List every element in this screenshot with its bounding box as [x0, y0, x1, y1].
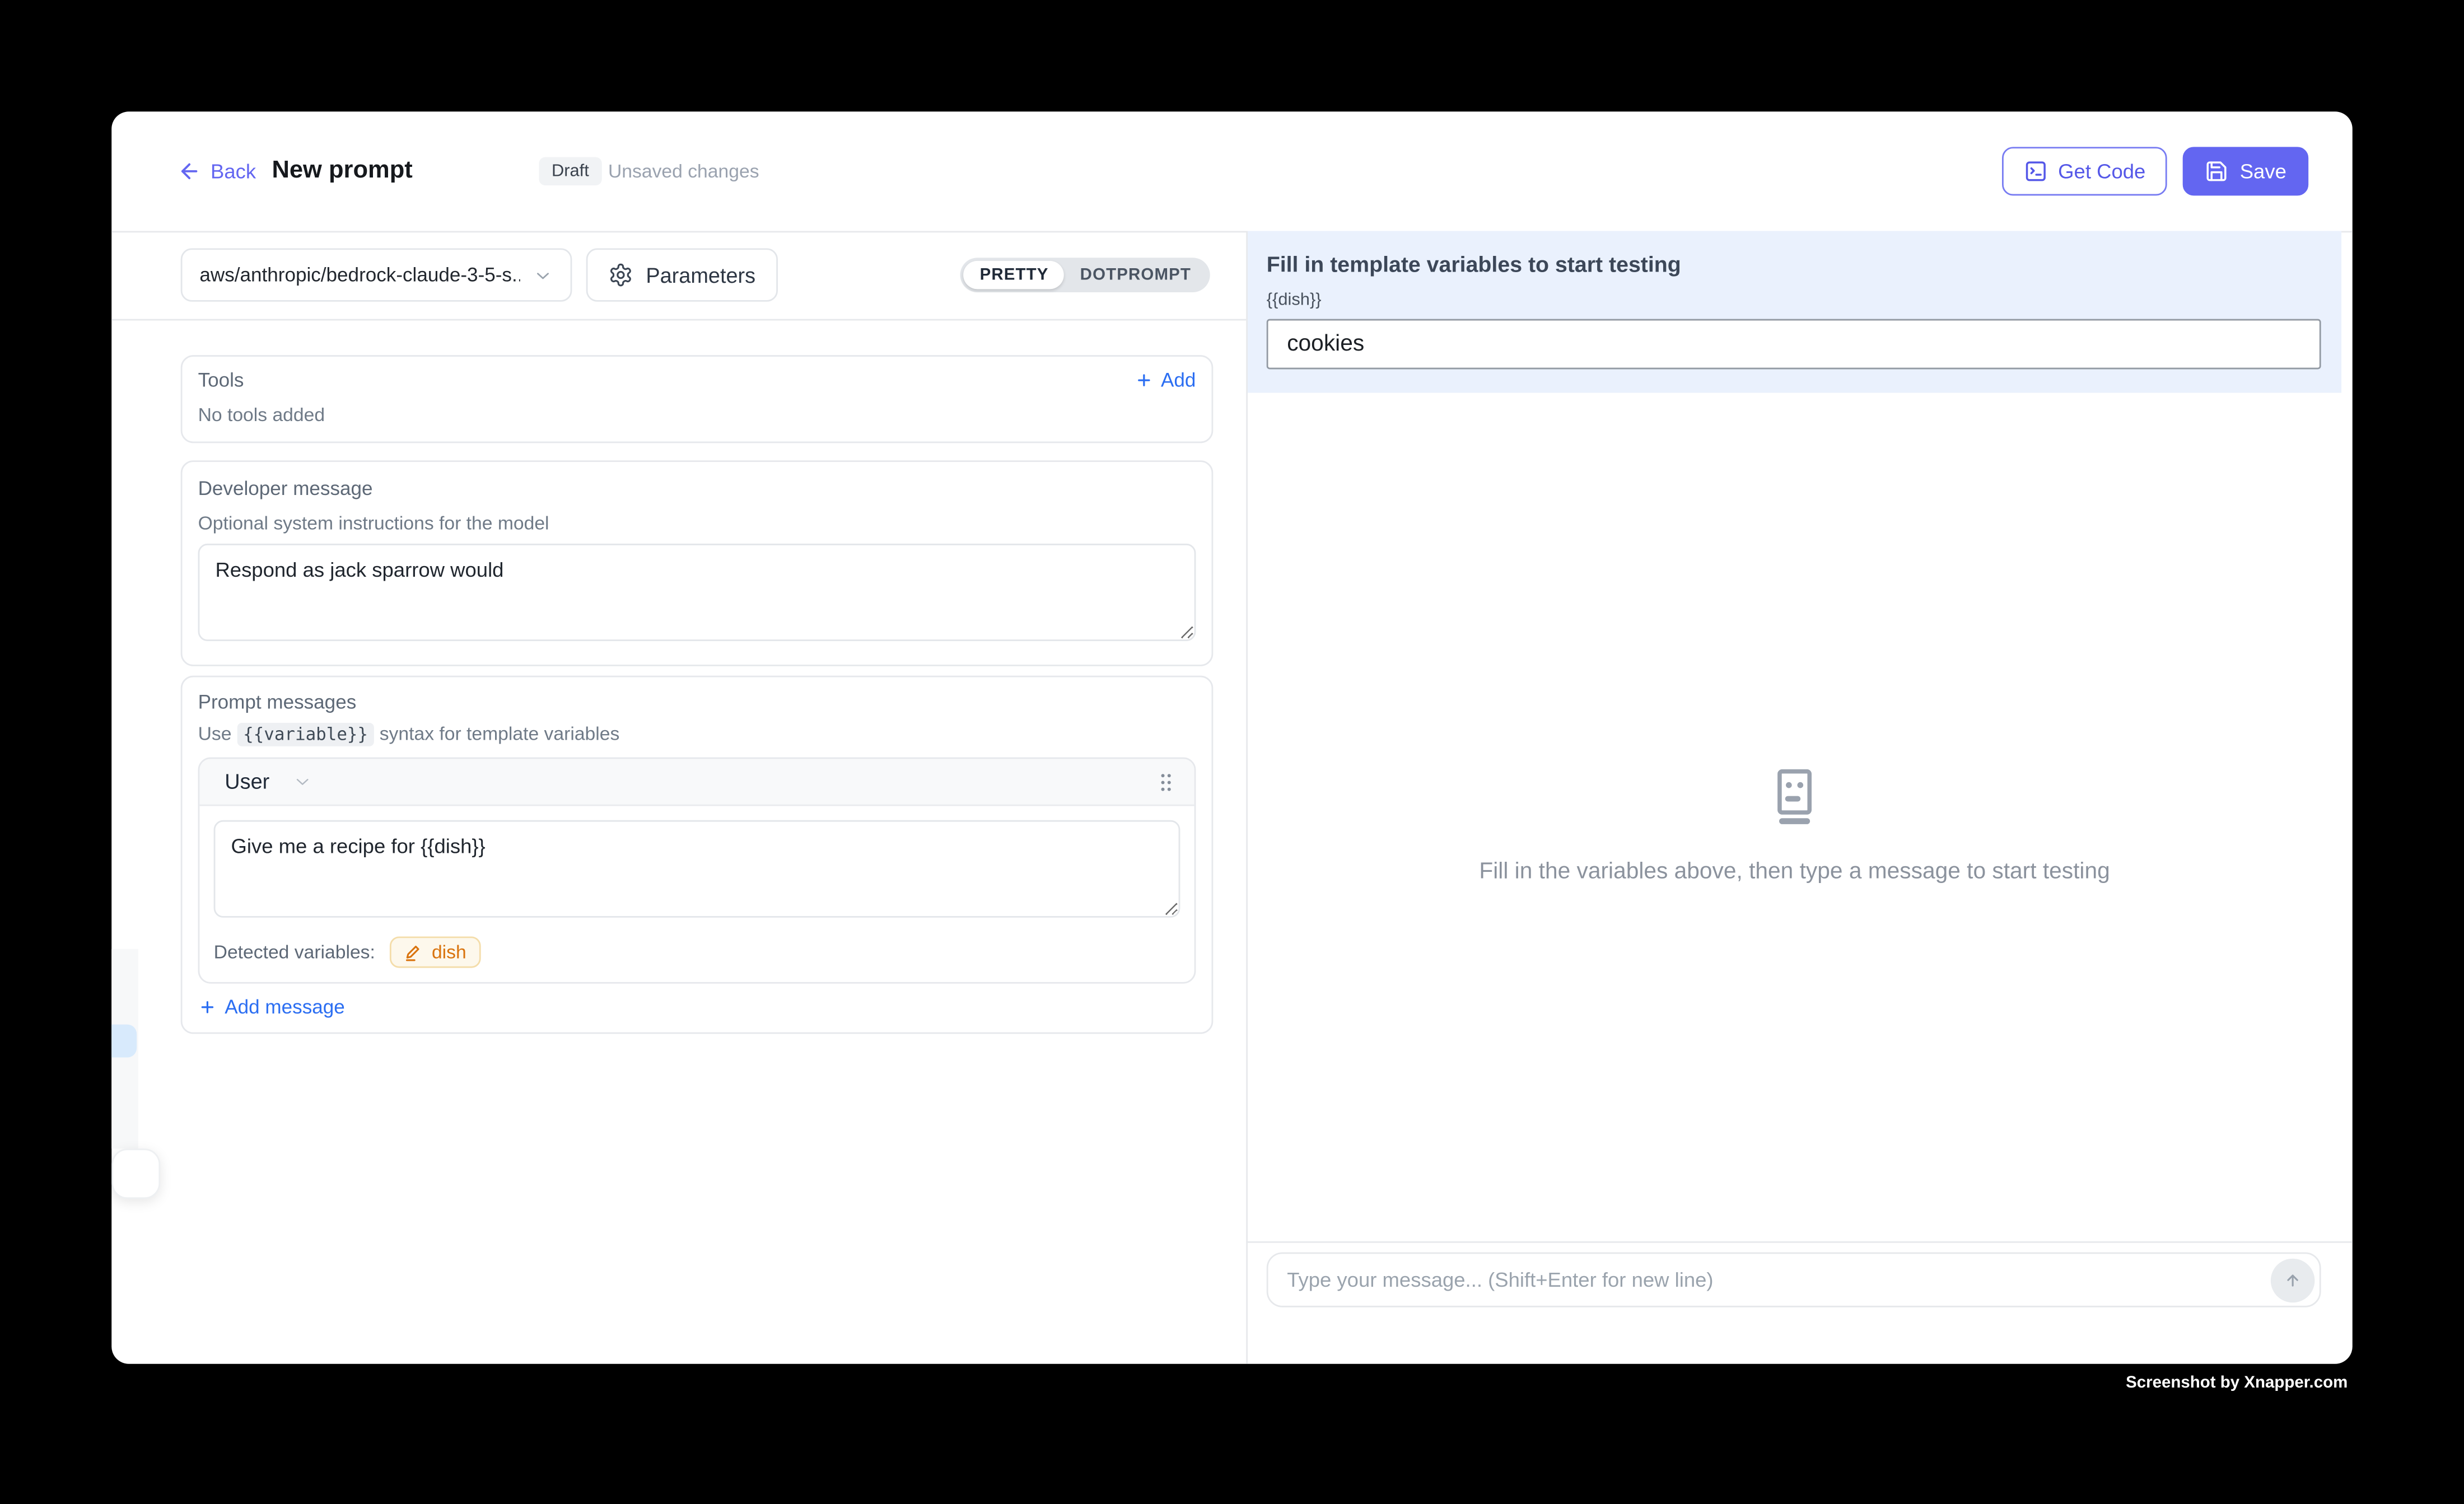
template-variables-panel: Fill in template variables to start test…: [1248, 231, 2341, 393]
model-select[interactable]: aws/anthropic/bedrock-claude-3-5-s...: [181, 248, 572, 301]
save-icon: [2205, 160, 2229, 183]
dish-variable-label: {{dish}}: [1267, 291, 2323, 310]
prompt-messages-card: Prompt messages Use {{variable}} syntax …: [181, 676, 1214, 1034]
terminal-square-icon: [2023, 160, 2047, 183]
chat-input-wrap: [1267, 1252, 2321, 1307]
status-badge: Draft: [539, 157, 601, 186]
gear-icon: [608, 263, 633, 288]
chat-empty-text: Fill in the variables above, then type a…: [1248, 860, 2341, 885]
detected-variables-row: Detected variables: dish: [199, 926, 1194, 982]
developer-message-card: Developer message Optional system instru…: [181, 460, 1214, 666]
hint-suffix: syntax for template variables: [380, 723, 620, 745]
back-label: Back: [211, 160, 256, 183]
plus-icon: [1134, 371, 1153, 390]
app-window: Back New prompt Draft Unsaved changes Ge…: [111, 111, 2353, 1363]
chevron-down-icon: [292, 772, 312, 792]
plus-icon: [198, 998, 217, 1017]
developer-message-textarea[interactable]: Respond as jack sparrow would: [198, 544, 1196, 641]
get-code-label: Get Code: [2058, 160, 2145, 183]
unsaved-changes-label: Unsaved changes: [608, 160, 759, 182]
template-variables-title: Fill in template variables to start test…: [1267, 251, 2323, 277]
developer-message-title: Developer message: [198, 478, 1196, 499]
message-block-header: User: [199, 759, 1194, 806]
watermark-text: Screenshot by Xnapper.com: [2126, 1374, 2348, 1393]
hint-prefix: Use: [198, 723, 232, 745]
developer-message-subtitle: Optional system instructions for the mod…: [198, 512, 1196, 534]
save-label: Save: [2240, 160, 2286, 183]
screenshot-stage: Back New prompt Draft Unsaved changes Ge…: [0, 0, 2464, 1504]
robot-screen-icon: [1765, 765, 1824, 825]
user-message-textarea[interactable]: Give me a recipe for {{dish}}: [214, 820, 1180, 918]
chat-input-divider: [1246, 1241, 2353, 1243]
detected-variables-label: Detected variables:: [214, 941, 375, 963]
pencil-line-icon: [403, 942, 423, 962]
model-select-value: aws/anthropic/bedrock-claude-3-5-s...: [199, 264, 520, 286]
role-select[interactable]: User: [225, 770, 312, 793]
message-block: User Give me a recipe for {{dish}} Detec…: [198, 758, 1196, 984]
send-button[interactable]: [2271, 1258, 2315, 1302]
add-message-button[interactable]: Add message: [198, 996, 1196, 1018]
role-select-value: User: [225, 770, 269, 793]
get-code-button[interactable]: Get Code: [2001, 147, 2167, 195]
add-tool-button[interactable]: Add: [1134, 369, 1196, 391]
back-button[interactable]: Back: [178, 160, 256, 183]
parameters-button[interactable]: Parameters: [586, 248, 778, 301]
arrow-left-icon: [178, 160, 201, 183]
chat-message-input[interactable]: [1267, 1252, 2321, 1307]
header: Back New prompt Draft Unsaved changes Ge…: [111, 111, 2353, 231]
dish-variable-input[interactable]: [1267, 319, 2321, 370]
toggle-option-dotprompt[interactable]: DOTPROMPT: [1065, 261, 1207, 289]
chat-empty-state: Fill in the variables above, then type a…: [1248, 765, 2341, 885]
variable-chip-label: dish: [432, 941, 466, 963]
toggle-option-pretty[interactable]: PRETTY: [964, 261, 1065, 289]
variable-chip-dish[interactable]: dish: [389, 936, 480, 968]
message-block-body: Give me a recipe for {{dish}}: [199, 806, 1194, 926]
tools-card: Tools Add No tools added: [181, 355, 1214, 443]
chevron-down-icon: [533, 265, 553, 285]
prompt-messages-hint: Use {{variable}} syntax for template var…: [198, 723, 1196, 745]
page-title: New prompt: [272, 157, 412, 186]
save-button[interactable]: Save: [2183, 147, 2308, 195]
drag-handle-icon[interactable]: [1154, 769, 1179, 795]
add-message-label: Add message: [225, 996, 344, 1018]
arrow-up-icon: [2281, 1269, 2303, 1291]
sidebar-bottom-card-sliver: [111, 1148, 160, 1199]
editor-toolbar: aws/anthropic/bedrock-claude-3-5-s... Pa…: [111, 232, 1246, 320]
prompt-messages-title: Prompt messages: [198, 692, 1196, 713]
tools-title: Tools: [198, 369, 244, 391]
header-actions: Get Code Save: [2001, 147, 2308, 195]
sidebar-active-item-sliver: [111, 1025, 137, 1058]
view-mode-toggle: PRETTY DOTPROMPT: [961, 258, 1210, 292]
variable-syntax-chip: {{variable}}: [237, 723, 374, 746]
tools-empty-text: No tools added: [198, 404, 1196, 426]
parameters-label: Parameters: [646, 263, 755, 287]
add-tool-label: Add: [1161, 369, 1196, 391]
